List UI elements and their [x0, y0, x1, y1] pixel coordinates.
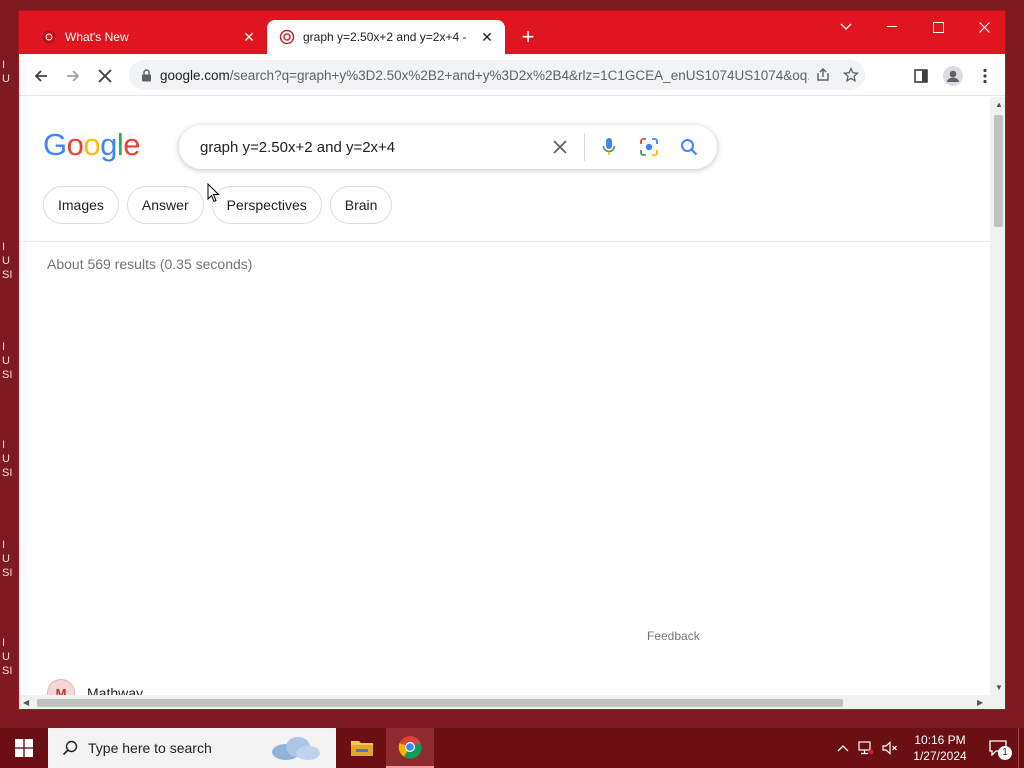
result-site-name[interactable]: Mathway: [87, 685, 143, 695]
microphone-icon[interactable]: [589, 125, 629, 169]
volume-muted-icon[interactable]: [878, 741, 902, 755]
scroll-down-icon[interactable]: ▼: [995, 683, 1003, 692]
close-tab-icon[interactable]: ✕: [477, 27, 497, 47]
google-logo[interactable]: Google: [43, 127, 141, 163]
chrome-favicon-icon: [41, 29, 57, 45]
mouse-cursor-icon: [207, 182, 220, 208]
page-content: Google graph y=2.50x+2 and y=2x+4 Images…: [19, 97, 990, 695]
browser-window: What's New ✕ graph y=2.50x+2 and y=2x+4 …: [18, 10, 1006, 710]
desktop-icon-label[interactable]: I U SI: [2, 636, 18, 678]
back-arrow-icon[interactable]: [27, 62, 55, 90]
lock-icon[interactable]: [141, 68, 152, 82]
tab-search-chevron-icon[interactable]: [823, 11, 869, 43]
system-tray: 10:16 PM 1/27/2024 1: [832, 728, 1024, 768]
vertical-scrollbar[interactable]: ▲ ▼: [990, 97, 1005, 695]
desktop-icon-label[interactable]: I U SI: [2, 340, 18, 382]
notification-badge: 1: [998, 746, 1012, 760]
url-text[interactable]: google.com/search?q=graph+y%3D2.50x%2B2+…: [160, 68, 809, 83]
address-bar[interactable]: google.com/search?q=graph+y%3D2.50x%2B2+…: [129, 60, 865, 90]
chip-answer[interactable]: Answer: [126, 186, 204, 224]
scroll-left-icon[interactable]: ◀: [23, 698, 29, 707]
tab-search[interactable]: graph y=2.50x+2 and y=2x+4 - ✕: [267, 20, 505, 54]
loading-favicon-icon: [279, 29, 295, 45]
chip-images[interactable]: Images: [43, 186, 119, 224]
horizontal-scroll-thumb[interactable]: [37, 699, 843, 707]
taskbar-search-placeholder: Type here to search: [88, 740, 212, 756]
show-desktop-button[interactable]: [1018, 728, 1024, 768]
result-stats: About 569 results (0.35 seconds): [47, 256, 253, 272]
logo-letter: g: [100, 127, 117, 162]
desktop-icon-label[interactable]: I U SI: [2, 240, 18, 282]
chrome-taskbar-icon[interactable]: [386, 728, 434, 768]
chip-perspectives[interactable]: Perspectives: [211, 186, 322, 224]
stop-loading-icon[interactable]: [91, 62, 119, 90]
desktop-icon-label[interactable]: I U: [2, 58, 18, 86]
network-icon[interactable]: [854, 741, 878, 755]
feedback-link[interactable]: Feedback: [647, 629, 700, 643]
logo-letter: e: [123, 127, 141, 162]
google-lens-icon[interactable]: [629, 125, 669, 169]
scroll-right-icon[interactable]: ▶: [977, 698, 983, 707]
taskbar-search-box[interactable]: Type here to search: [48, 728, 336, 768]
cloud-icon: [266, 734, 322, 762]
search-input[interactable]: graph y=2.50x+2 and y=2x+4: [179, 139, 540, 156]
close-tab-icon[interactable]: ✕: [239, 27, 259, 47]
search-icon: [62, 740, 78, 756]
browser-toolbar: google.com/search?q=graph+y%3D2.50x%2B2+…: [19, 54, 1005, 96]
header-divider: [19, 241, 990, 242]
search-box[interactable]: graph y=2.50x+2 and y=2x+4: [179, 125, 717, 169]
clock-time: 10:16 PM: [914, 733, 966, 747]
tab-title: graph y=2.50x+2 and y=2x+4 -: [303, 30, 467, 44]
taskbar: Type here to search 10:16 PM 1/27/2024 1: [0, 728, 1024, 768]
clear-search-icon[interactable]: [540, 125, 580, 169]
side-panel-icon[interactable]: [907, 62, 935, 90]
search-divider: [584, 133, 585, 161]
maximize-icon[interactable]: [915, 11, 961, 43]
forward-arrow-icon[interactable]: [59, 62, 87, 90]
tab-title: What's New: [65, 30, 129, 44]
url-host: google.com: [160, 67, 230, 83]
logo-letter: o: [83, 127, 101, 162]
new-tab-button[interactable]: +: [517, 26, 539, 49]
scroll-up-icon[interactable]: ▲: [995, 100, 1003, 109]
chip-brain[interactable]: Brain: [329, 186, 393, 224]
desktop-icon-label[interactable]: I U SI: [2, 438, 18, 480]
chevron-up-icon[interactable]: [832, 744, 854, 752]
profile-avatar-icon[interactable]: [939, 62, 967, 90]
share-icon[interactable]: [809, 61, 837, 89]
file-explorer-icon[interactable]: [338, 728, 386, 768]
minimize-icon[interactable]: [869, 11, 915, 43]
more-menu-icon[interactable]: [971, 62, 999, 90]
vertical-scroll-thumb[interactable]: [994, 115, 1003, 227]
taskbar-clock[interactable]: 10:16 PM 1/27/2024: [902, 732, 978, 764]
clock-date: 1/27/2024: [913, 749, 967, 763]
desktop-icon-label[interactable]: I U SI: [2, 538, 18, 580]
close-window-icon[interactable]: [961, 11, 1005, 43]
search-icon[interactable]: [669, 125, 709, 169]
tab-whats-new[interactable]: What's New ✕: [29, 20, 267, 54]
bookmark-star-icon[interactable]: [837, 61, 865, 89]
horizontal-scrollbar[interactable]: ◀ ▶: [19, 695, 1005, 709]
logo-letter: G: [43, 127, 67, 162]
windows-start-icon[interactable]: [0, 728, 48, 768]
logo-letter: o: [66, 127, 84, 162]
notifications-icon[interactable]: 1: [978, 740, 1018, 760]
title-bar: What's New ✕ graph y=2.50x+2 and y=2x+4 …: [19, 11, 1005, 54]
url-path: /search?q=graph+y%3D2.50x%2B2+and+y%3D2x…: [229, 67, 809, 83]
mathway-favicon-icon[interactable]: M: [47, 679, 75, 695]
